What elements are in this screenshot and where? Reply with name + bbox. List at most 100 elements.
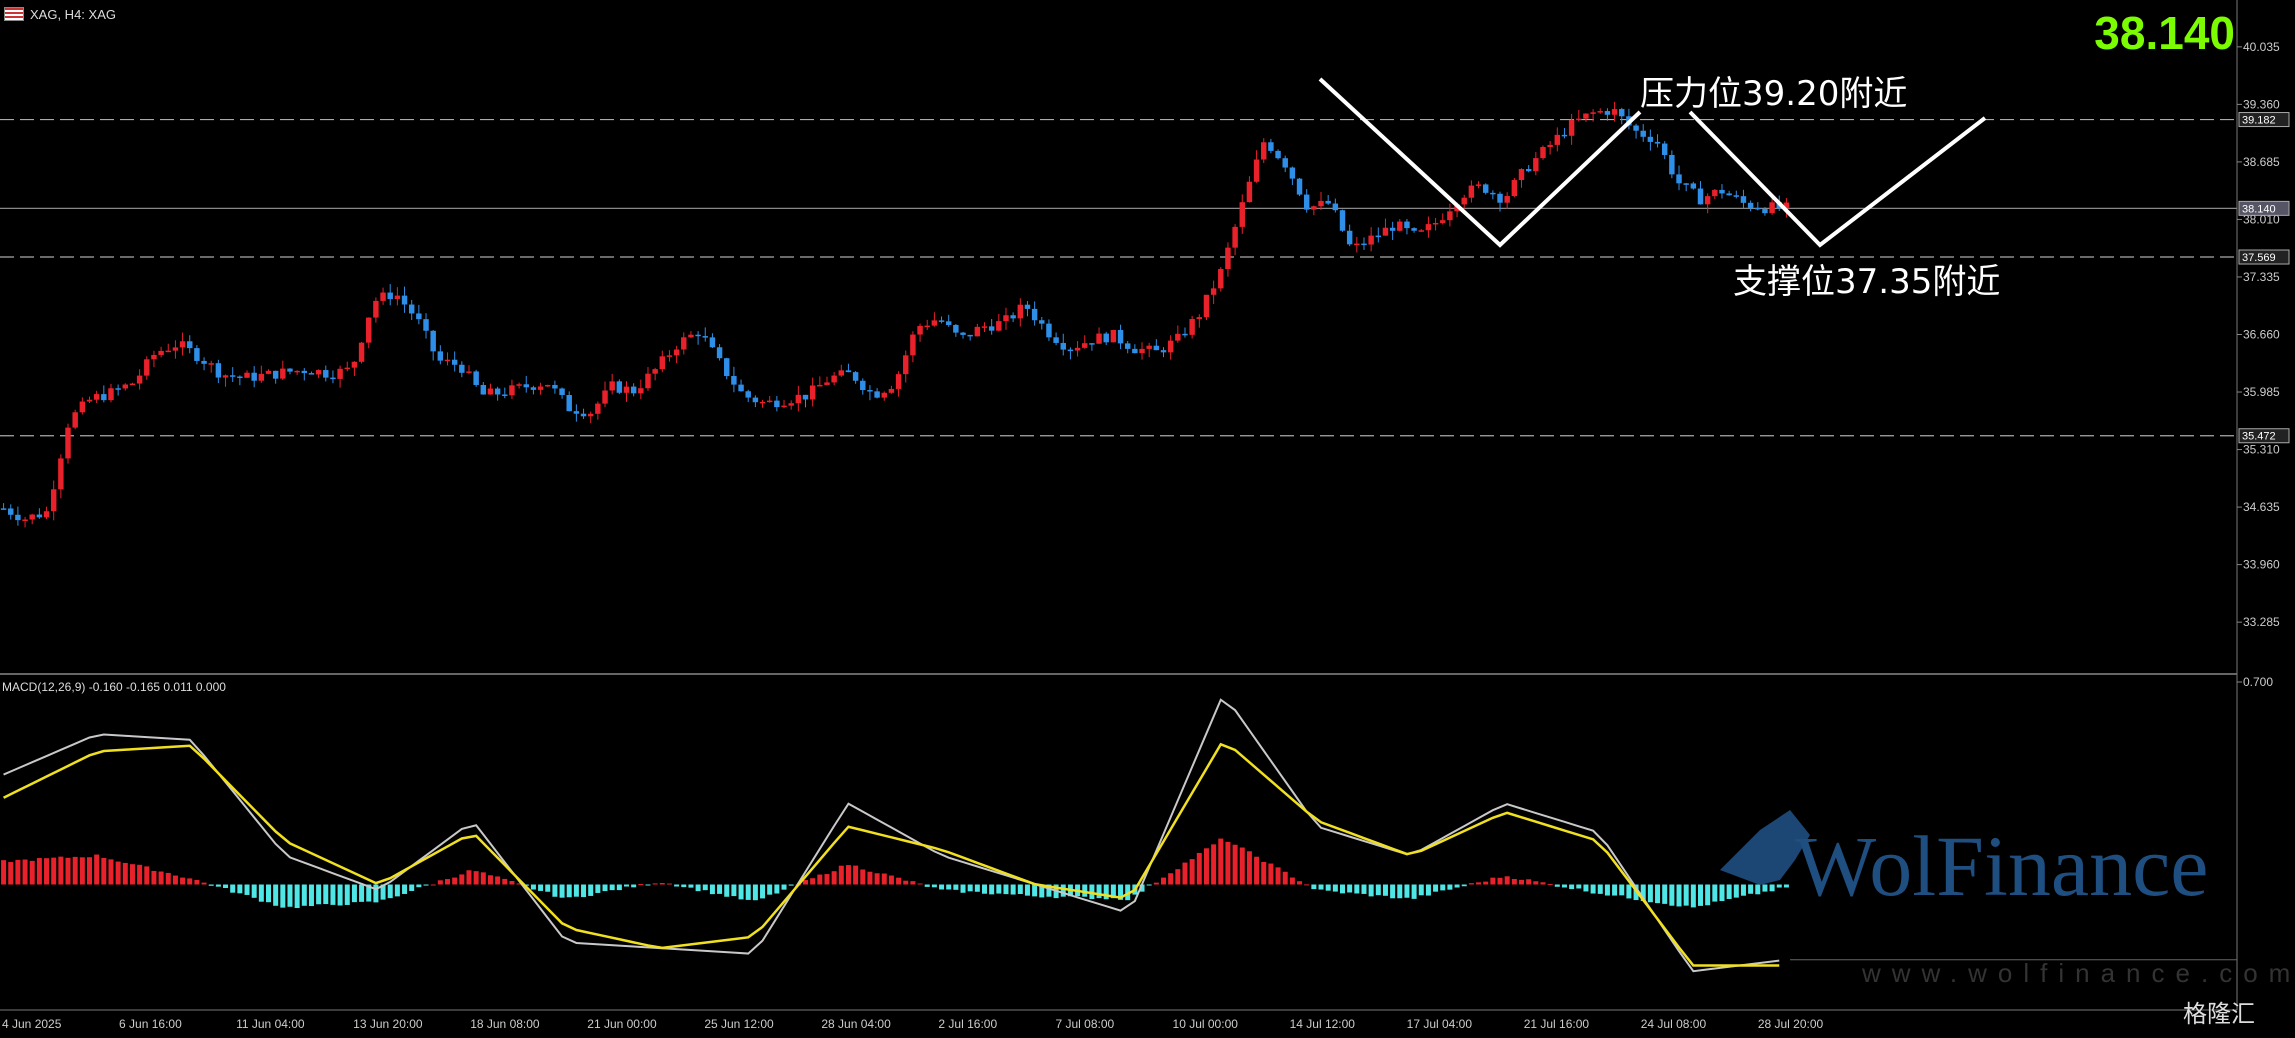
- macd-histogram-bar: [810, 878, 816, 885]
- time-label: 10 Jul 00:00: [1173, 1017, 1239, 1031]
- macd-histogram-bar: [1697, 884, 1704, 906]
- time-label: 21 Jun 00:00: [587, 1017, 657, 1031]
- time-label: 6 Jun 16:00: [119, 1017, 182, 1031]
- candle-body: [258, 373, 265, 381]
- candle-body: [938, 320, 945, 322]
- macd-histogram-bar: [1504, 876, 1510, 885]
- watermark-site: www.wolfinance.com: [1862, 958, 2295, 988]
- candle-body: [1103, 333, 1109, 343]
- candle-body: [766, 400, 773, 403]
- candle-body: [1525, 169, 1532, 172]
- candle-body: [473, 371, 479, 385]
- macd-histogram-bar: [989, 884, 995, 895]
- macd-histogram-bar: [487, 875, 493, 885]
- symbol-label: XAG, H4: XAG: [30, 6, 116, 22]
- macd-histogram-bar: [452, 877, 458, 885]
- macd-histogram-bar: [129, 864, 135, 885]
- candle-body: [265, 370, 272, 374]
- candle-body: [967, 334, 973, 337]
- candle-body: [502, 394, 508, 396]
- macd-histogram-bar: [122, 862, 128, 885]
- price-tick-label: 35.985: [2243, 385, 2280, 399]
- candle-body: [731, 376, 737, 385]
- macd-histogram-bar: [953, 884, 959, 890]
- price-tick-label: 36.660: [2243, 327, 2280, 341]
- candle-body: [323, 370, 329, 378]
- macd-histogram-bar: [1705, 884, 1711, 906]
- macd-histogram-bar: [1483, 881, 1489, 885]
- macd-histogram-bar: [444, 879, 451, 885]
- macd-histogram-bar: [144, 866, 150, 885]
- candle-body: [401, 295, 408, 305]
- candle-body: [1031, 308, 1038, 321]
- candle-body: [595, 403, 601, 414]
- candle-body: [752, 397, 759, 403]
- candle-body: [953, 324, 959, 333]
- macd-histogram-bar: [1168, 873, 1174, 885]
- macd-histogram-bar: [1275, 867, 1281, 885]
- macd-histogram-bar: [910, 881, 916, 885]
- macd-histogram-bar: [244, 884, 250, 895]
- candle-body: [845, 370, 852, 373]
- macd-histogram-bar: [1762, 884, 1768, 892]
- candle-body: [1303, 194, 1310, 210]
- candle-body: [115, 388, 121, 390]
- macd-histogram-bar: [774, 884, 780, 894]
- candle-body: [1697, 188, 1704, 205]
- macd-histogram-bar: [509, 880, 515, 885]
- candle-body: [1482, 184, 1489, 193]
- macd-histogram-bar: [939, 884, 945, 890]
- macd-histogram-bar: [1189, 859, 1195, 885]
- candle-body: [1361, 243, 1367, 246]
- macd-histogram-bar: [208, 884, 214, 886]
- macd-histogram-bar: [1361, 884, 1367, 894]
- candle-body: [1676, 174, 1682, 184]
- candle-body: [587, 413, 594, 417]
- macd-histogram-bar: [996, 884, 1002, 894]
- macd-histogram-bar: [652, 883, 658, 885]
- macd-histogram-bar: [337, 884, 343, 906]
- candle-body: [638, 388, 644, 394]
- macd-histogram-bar: [1003, 884, 1009, 895]
- macd-histogram-bar: [1318, 884, 1324, 890]
- candle-body: [287, 368, 293, 372]
- macd-histogram-bar: [1783, 884, 1789, 888]
- candle-body: [1132, 348, 1138, 354]
- candle-body: [337, 368, 343, 379]
- macd-histogram-bar: [1655, 884, 1661, 904]
- candle-body: [1382, 227, 1389, 236]
- candle-body: [172, 347, 179, 351]
- candle-body: [315, 370, 322, 375]
- macd-histogram-bar: [258, 884, 264, 902]
- candle-body: [974, 326, 981, 337]
- menu-flag-icon[interactable]: [4, 7, 24, 21]
- macd-histogram-bar: [1454, 884, 1460, 888]
- candle-body: [1619, 109, 1625, 117]
- candle-body: [645, 373, 651, 389]
- candle-body: [1647, 136, 1654, 142]
- candle-body: [1089, 343, 1095, 345]
- candle-body: [151, 354, 157, 360]
- candle-body: [1203, 294, 1210, 318]
- price-tick-label: 34.635: [2243, 500, 2280, 514]
- candle-body: [72, 412, 78, 428]
- macd-histogram-bar: [588, 884, 594, 896]
- macd-histogram-bar: [1755, 884, 1761, 895]
- macd-histogram-bar: [1490, 877, 1496, 885]
- candle-body: [1497, 193, 1503, 203]
- candle-body: [1167, 340, 1174, 353]
- candle-body: [280, 368, 286, 379]
- macd-histogram-bar: [1597, 884, 1603, 894]
- candle-body: [1418, 230, 1424, 232]
- macd-histogram-bar: [824, 874, 830, 885]
- candle-body: [58, 458, 64, 490]
- macd-histogram-bar: [1017, 884, 1023, 894]
- candle-body: [1017, 304, 1024, 319]
- macd-histogram-bar: [967, 884, 973, 892]
- candle-body: [93, 394, 100, 400]
- macd-histogram-bar: [609, 884, 615, 891]
- candle-body: [1253, 159, 1260, 182]
- candle-body: [187, 341, 193, 349]
- time-label: 4 Jun 2025: [2, 1017, 62, 1031]
- macd-histogram-bar: [1232, 844, 1238, 885]
